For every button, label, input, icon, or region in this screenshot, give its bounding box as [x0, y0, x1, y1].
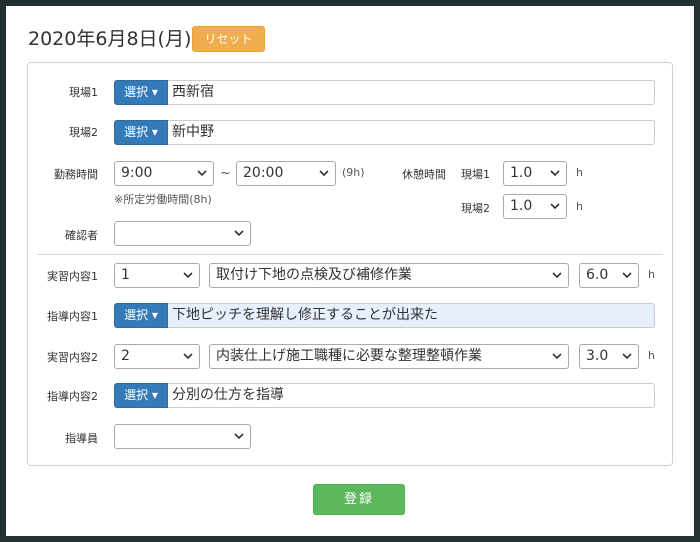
caret-down-icon: ▾ [151, 125, 158, 139]
page: 2020年6月8日(月) リセット 現場1 選択 ▾ 西新宿 現場2 選択 ▾ … [6, 6, 694, 536]
site2-select-button[interactable]: 選択 ▾ [114, 120, 168, 145]
guidance2-label: 指導内容2 [47, 390, 98, 403]
site1-input[interactable]: 西新宿 [168, 80, 655, 105]
caret-down-icon: ▾ [151, 85, 158, 99]
break-site2-label: 現場2 [461, 202, 490, 215]
work-end-select[interactable]: 20:00 [236, 161, 336, 186]
practice1-number-select[interactable]: 1 [114, 263, 200, 288]
site2-input[interactable]: 新中野 [168, 120, 655, 145]
reset-button[interactable]: リセット [192, 26, 265, 52]
time-range-separator: ~ [220, 166, 231, 181]
page-title: 2020年6月8日(月) [28, 28, 192, 50]
chevron-down-icon [550, 195, 560, 210]
chevron-down-icon [197, 162, 207, 177]
chevron-down-icon [552, 345, 562, 360]
guidance1-select-button[interactable]: 選択 ▾ [114, 303, 168, 328]
break-site2-select[interactable]: 1.0 [503, 194, 567, 219]
guidance2-select-button[interactable]: 選択 ▾ [114, 383, 168, 408]
instructor-label: 指導員 [65, 432, 98, 445]
guidance1-label: 指導内容1 [47, 310, 98, 323]
practice1-hours-select[interactable]: 6.0 [579, 263, 639, 288]
chevron-down-icon [622, 345, 632, 360]
chevron-down-icon [183, 264, 193, 279]
guidance2-input[interactable]: 分別の仕方を指導 [168, 383, 655, 408]
site1-select-button[interactable]: 選択 ▾ [114, 80, 168, 105]
work-hours-note: ※所定労働時間(8h) [114, 193, 212, 206]
practice2-number-select[interactable]: 2 [114, 344, 200, 369]
practice1-hours-unit: h [648, 268, 655, 281]
section-divider [37, 254, 663, 255]
break-site1-unit: h [576, 166, 583, 179]
site2-label: 現場2 [69, 126, 98, 139]
work-start-select[interactable]: 9:00 [114, 161, 214, 186]
practice2-task-select[interactable]: 内装仕上げ施工職種に必要な整理整頓作業 [209, 344, 569, 369]
instructor-select[interactable] [114, 424, 251, 449]
break-site1-select[interactable]: 1.0 [503, 161, 567, 186]
break-site2-unit: h [576, 200, 583, 213]
practice2-label: 実習内容2 [47, 351, 98, 364]
guidance1-input[interactable]: 下地ピッチを理解し修正することが出来た [168, 303, 655, 328]
site1-label: 現場1 [69, 86, 98, 99]
practice1-label: 実習内容1 [47, 270, 98, 283]
practice2-hours-select[interactable]: 3.0 [579, 344, 639, 369]
chevron-down-icon [183, 345, 193, 360]
practice1-task-select[interactable]: 取付け下地の点検及び補修作業 [209, 263, 569, 288]
chevron-down-icon [622, 264, 632, 279]
caret-down-icon: ▾ [151, 308, 158, 322]
chevron-down-icon [234, 222, 244, 237]
chevron-down-icon [319, 162, 329, 177]
work-hours-label: 勤務時間 [54, 168, 98, 181]
confirmer-label: 確認者 [65, 229, 98, 242]
caret-down-icon: ▾ [151, 388, 158, 402]
chevron-down-icon [552, 264, 562, 279]
work-hours-total: (9h) [342, 166, 365, 179]
break-label: 休憩時間 [402, 168, 446, 181]
break-site1-label: 現場1 [461, 168, 490, 181]
submit-button[interactable]: 登録 [313, 484, 405, 515]
practice2-hours-unit: h [648, 349, 655, 362]
confirmer-select[interactable] [114, 221, 251, 246]
chevron-down-icon [550, 162, 560, 177]
chevron-down-icon [234, 425, 244, 440]
